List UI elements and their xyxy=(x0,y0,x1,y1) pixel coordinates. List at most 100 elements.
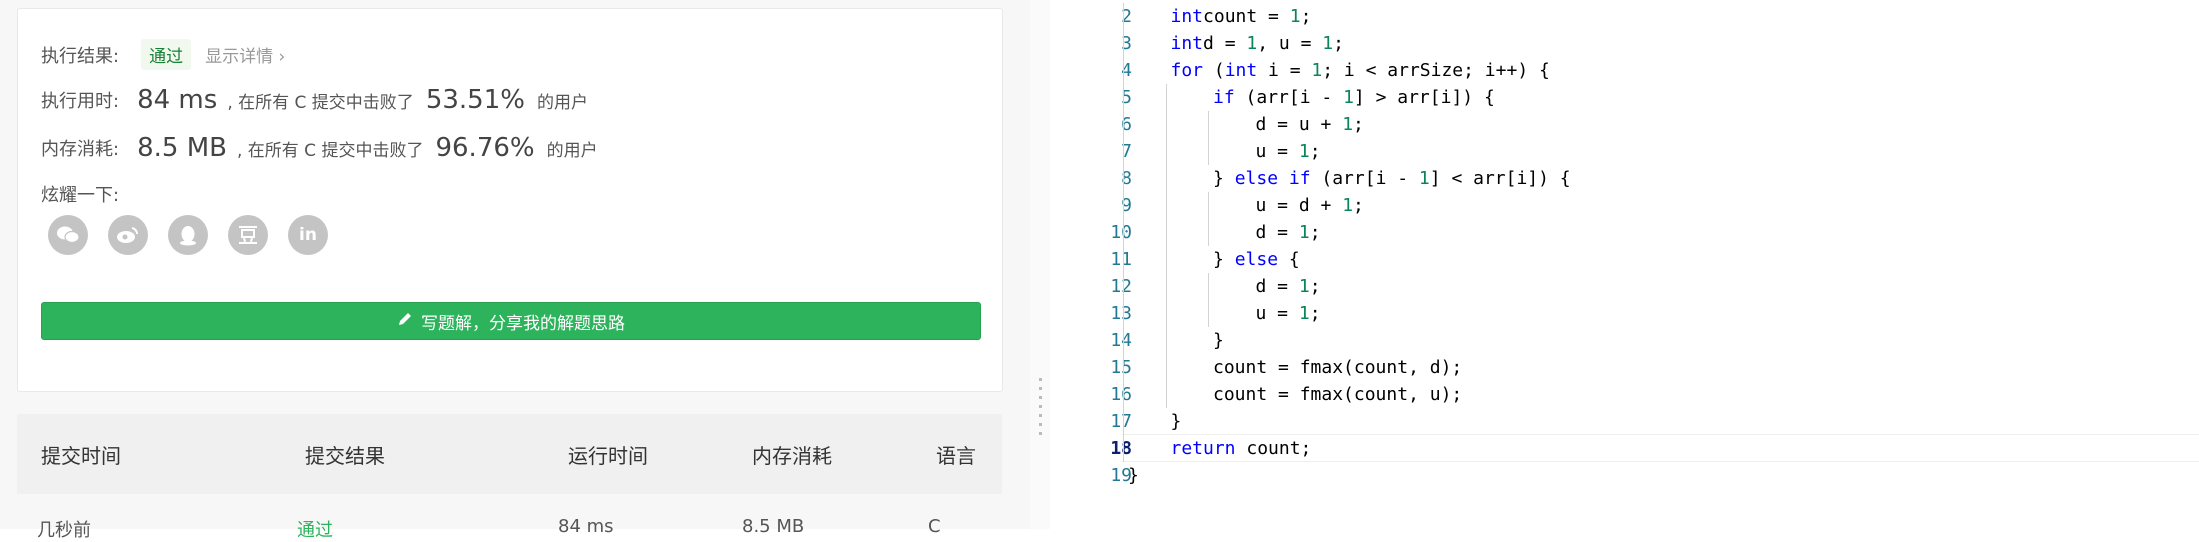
code-line[interactable]: 15 count = fmax(count, d); xyxy=(1050,354,2199,381)
wechat-icon[interactable] xyxy=(48,215,88,255)
col-language: 语言 xyxy=(936,444,976,468)
chevron-right-icon: › xyxy=(278,47,286,67)
code-token: , u = xyxy=(1257,33,1323,54)
code-line[interactable]: 4 for (int i = 1; i < arrSize; i++) { xyxy=(1050,57,2199,84)
code-text: u = 1; xyxy=(1256,138,1321,165)
mem-value: 8.5 MB xyxy=(137,133,227,163)
code-line[interactable]: 8} else if (arr[i - 1] < arr[i]) { xyxy=(1050,165,2199,192)
code-keyword: int xyxy=(1170,33,1204,54)
show-detail-link[interactable]: 显示详情 › xyxy=(205,42,285,67)
code-line[interactable]: 11 } else { xyxy=(1050,246,2199,273)
indent-guide xyxy=(1208,111,1209,138)
code-token: ; i < arrSize; i++) { xyxy=(1322,60,1550,81)
linkedin-icon[interactable]: in xyxy=(288,215,328,255)
indent-guide xyxy=(1165,300,1167,327)
indent-guide xyxy=(1165,219,1167,246)
code-token: ; xyxy=(1309,303,1321,324)
indent-guide xyxy=(1208,138,1209,165)
show-detail-text: 显示详情 xyxy=(205,47,274,67)
code-line[interactable]: 2 intcount = 1; xyxy=(1050,3,2199,30)
submission-panel: 执行结果: 通过 显示详情 › 执行用时: 84 ms , 在所有 C 提交中击… xyxy=(0,0,1030,541)
code-number: 1 xyxy=(1298,303,1310,324)
line-number: 10 xyxy=(1110,222,1132,243)
code-token: d = u + xyxy=(1255,114,1343,135)
code-number: 1 xyxy=(1342,195,1354,216)
code-number: 1 xyxy=(1322,33,1334,54)
code-text: return count; xyxy=(1171,435,1312,462)
code-token: (arr[i - xyxy=(1310,168,1419,189)
line-number: 2 xyxy=(1121,6,1132,27)
code-text: intcount = 1; xyxy=(1171,3,1312,30)
code-line[interactable]: 14} xyxy=(1050,327,2199,354)
code-token: count = fmax(count, u); xyxy=(1213,384,1463,405)
time-value: 84 ms xyxy=(137,85,218,115)
code-text: d = 1; xyxy=(1256,219,1321,246)
line-number: 19 xyxy=(1110,465,1132,486)
code-line[interactable]: 6 d = u + 1; xyxy=(1050,111,2199,138)
line-number: 12 xyxy=(1110,276,1132,297)
indent-guide xyxy=(1165,84,1167,111)
code-token: ] > arr[i]) { xyxy=(1353,87,1495,108)
row-memory: 8.5 MB xyxy=(742,516,805,537)
col-runtime: 运行时间 xyxy=(568,444,648,468)
code-text: d = 1; xyxy=(1256,273,1321,300)
panel-splitter[interactable] xyxy=(1030,0,1050,529)
indent-guide xyxy=(1123,381,1124,408)
code-text: u = 1; xyxy=(1256,300,1321,327)
write-solution-button[interactable]: 写题解，分享我的解题思路 xyxy=(41,302,981,340)
indent-guide xyxy=(1165,165,1167,192)
code-line[interactable]: 18 return count; xyxy=(1050,435,2199,462)
code-token: d = xyxy=(1255,222,1299,243)
code-token: u = xyxy=(1255,141,1299,162)
code-line[interactable]: 7 u = 1; xyxy=(1050,138,2199,165)
time-suffix: 的用户 xyxy=(536,92,588,113)
line-number: 17 xyxy=(1110,411,1132,432)
code-line[interactable]: 3 intd = 1, u = 1; xyxy=(1050,30,2199,57)
code-token: ; xyxy=(1309,141,1321,162)
code-line[interactable]: 13 u = 1; xyxy=(1050,300,2199,327)
table-row[interactable]: 几秒前 通过 84 ms 8.5 MB C xyxy=(17,494,1002,541)
indent-guide xyxy=(1123,273,1124,300)
code-line[interactable]: 9 u = d + 1; xyxy=(1050,192,2199,219)
code-token: } xyxy=(1213,168,1235,189)
indent-guide xyxy=(1165,354,1167,381)
indent-guide xyxy=(1165,246,1167,273)
code-number: 1 xyxy=(1418,168,1430,189)
line-number: 11 xyxy=(1110,249,1132,270)
code-token: ; xyxy=(1300,6,1312,27)
code-token: { xyxy=(1278,249,1300,270)
mem-label: 内存消耗: xyxy=(41,139,120,160)
code-line[interactable]: 10 d = 1; xyxy=(1050,219,2199,246)
code-token: } xyxy=(1213,249,1235,270)
code-text: if (arr[i - 1] > arr[i]) { xyxy=(1213,84,1495,111)
code-token: count; xyxy=(1235,438,1312,459)
code-line[interactable]: 12 d = 1; xyxy=(1050,273,2199,300)
row-submit-result[interactable]: 通过 xyxy=(297,516,333,542)
code-line[interactable]: 19} xyxy=(1050,462,2199,489)
weibo-icon[interactable] xyxy=(108,215,148,255)
code-text: for (int i = 1; i < arrSize; i++) { xyxy=(1171,57,1550,84)
indent-guide xyxy=(1123,435,1124,462)
code-token: ; xyxy=(1333,33,1344,54)
code-line[interactable]: 16 count = fmax(count, u); xyxy=(1050,381,2199,408)
drag-handle-icon[interactable] xyxy=(1039,378,1042,438)
code-editor[interactable]: 2 intcount = 1; 3 intd = 1, u = 1; 4 for (int… xyxy=(1050,0,2199,529)
douban-icon[interactable] xyxy=(228,215,268,255)
code-line[interactable]: 5 if (arr[i - 1] > arr[i]) { xyxy=(1050,84,2199,111)
line-number: 8 xyxy=(1121,168,1132,189)
code-line[interactable]: 17} xyxy=(1050,408,2199,435)
indent-guide xyxy=(1123,111,1124,138)
social-share-icons: in xyxy=(48,215,328,255)
code-number: 1 xyxy=(1311,60,1323,81)
submissions-table-header: 提交时间 提交结果 运行时间 内存消耗 语言 xyxy=(17,414,1002,494)
line-number: 6 xyxy=(1121,114,1132,135)
code-token: u = d + xyxy=(1255,195,1343,216)
code-number: 1 xyxy=(1289,6,1301,27)
exec-result-row: 执行结果: 通过 显示详情 › xyxy=(41,39,285,70)
code-text: } else { xyxy=(1213,246,1300,273)
line-number: 4 xyxy=(1121,60,1132,81)
code-token: } xyxy=(1170,411,1182,432)
code-token: u = xyxy=(1255,303,1299,324)
qq-icon[interactable] xyxy=(168,215,208,255)
row-submit-time: 几秒前 xyxy=(37,520,91,541)
